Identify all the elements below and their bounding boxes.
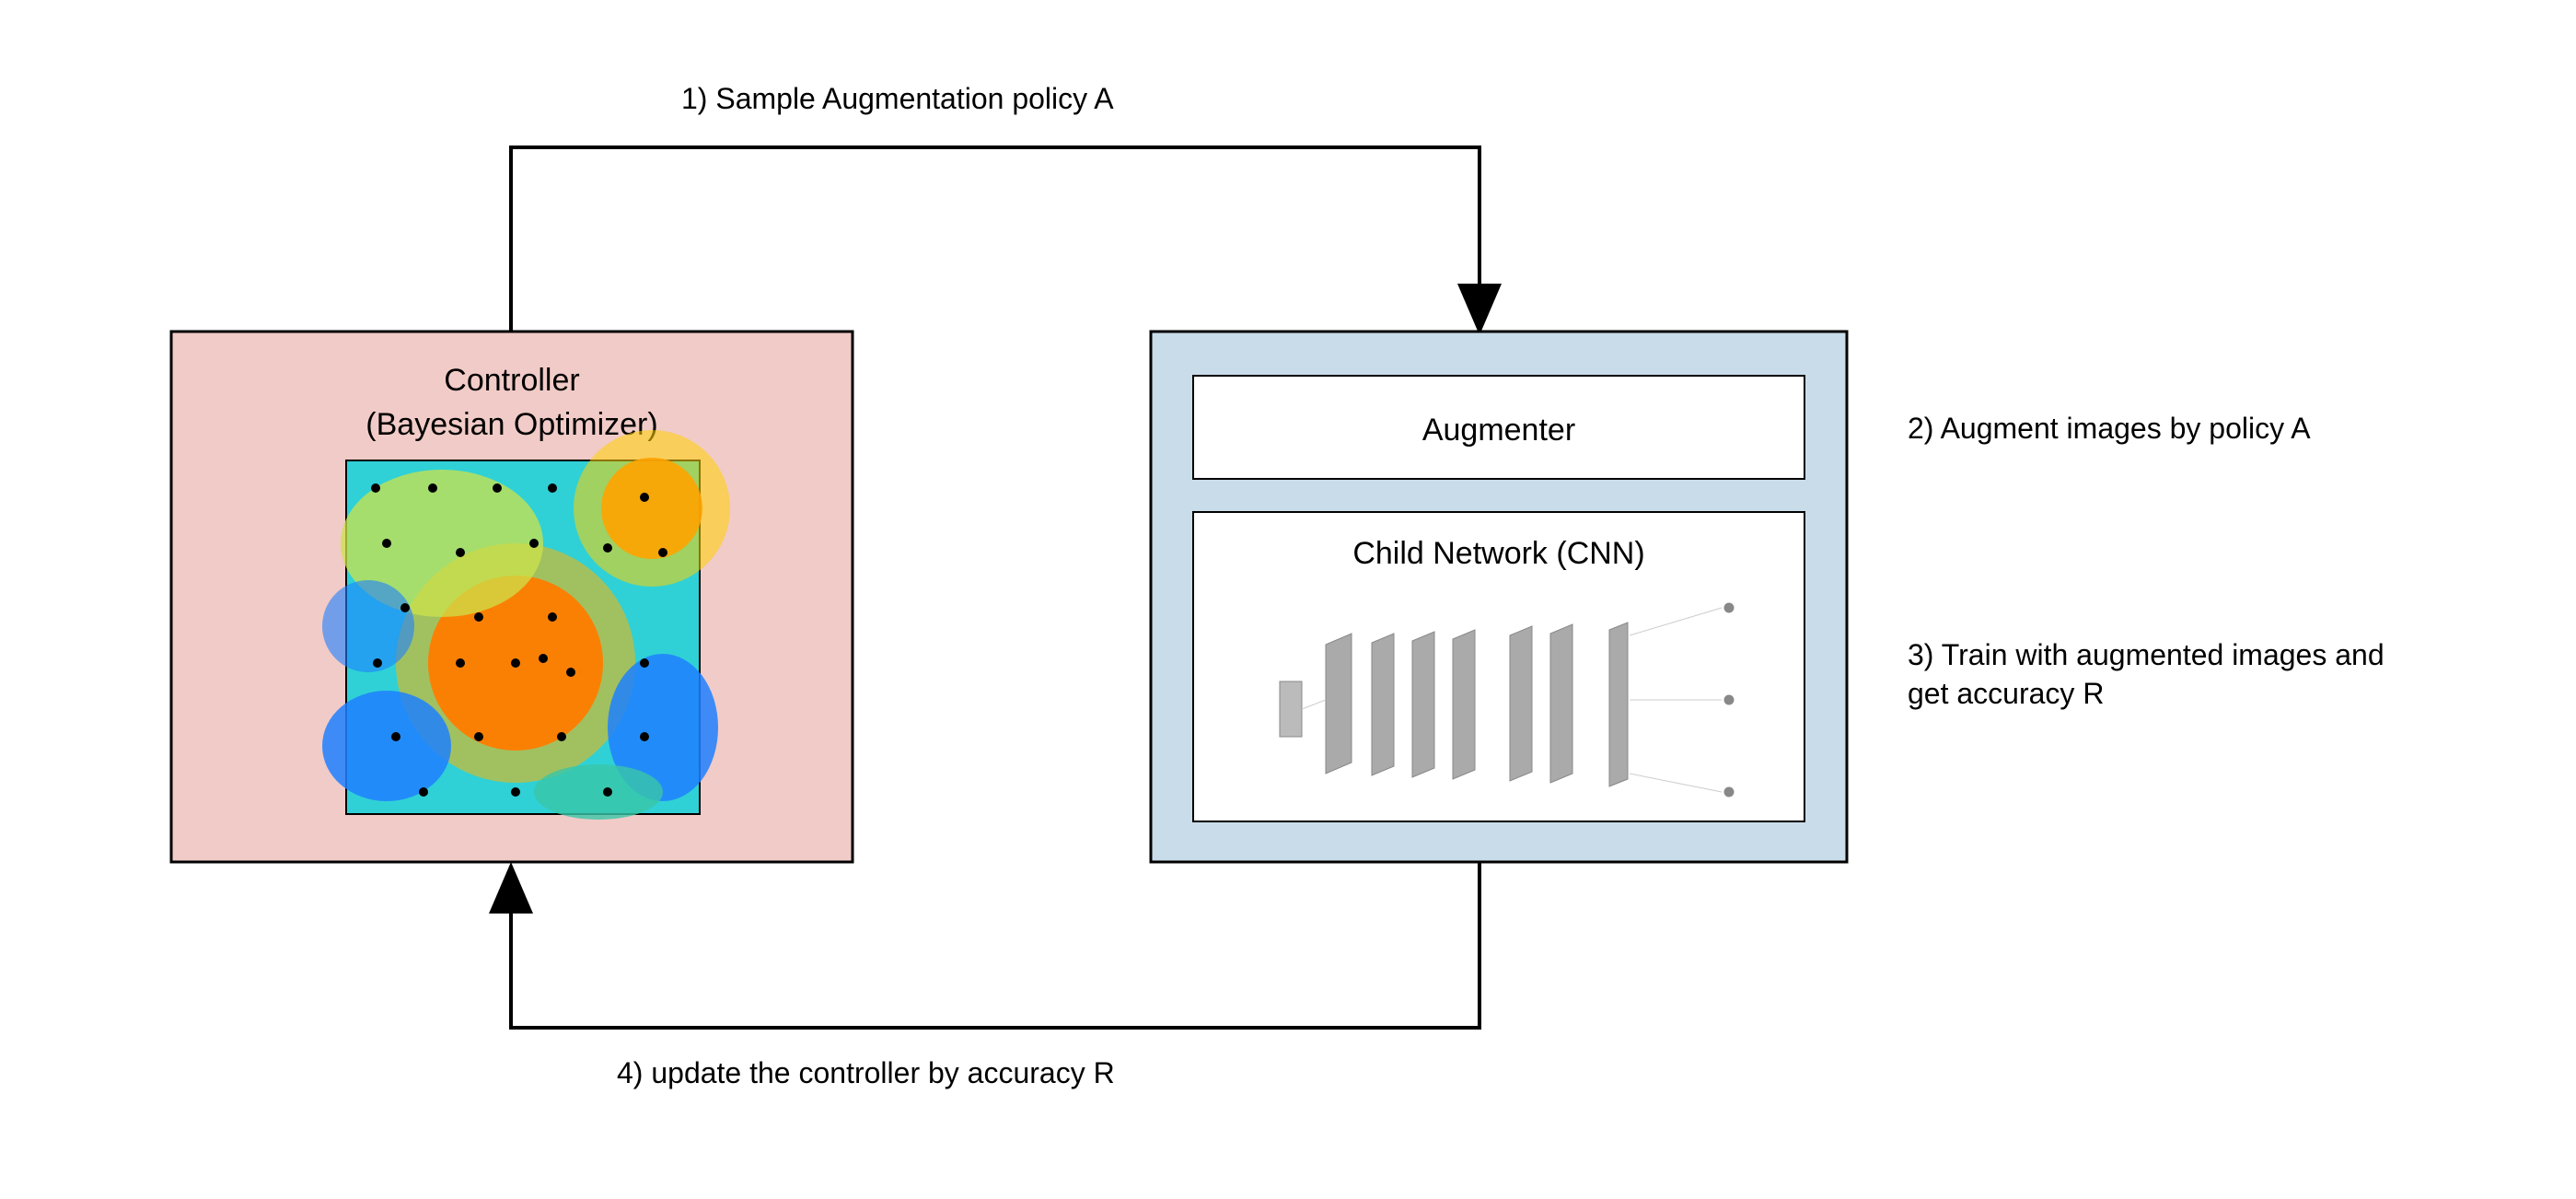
controller-title-1: Controller — [444, 363, 579, 398]
step1-label: 1) Sample Augmentation policy A — [681, 82, 1114, 115]
heatmap-illustration — [322, 430, 730, 820]
step2-label: 2) Augment images by policy A — [1908, 412, 2311, 445]
controller-title-2: (Bayesian Optimizer) — [366, 407, 657, 442]
step3-label-b: get accuracy R — [1908, 677, 2104, 710]
arrow-step4 — [511, 862, 1479, 1028]
step4-label: 4) update the controller by accuracy R — [617, 1056, 1115, 1089]
augmenter-label: Augmenter — [1422, 413, 1575, 448]
cnn-label: Child Network (CNN) — [1352, 536, 1644, 571]
arrow-step1 — [511, 147, 1479, 332]
step3-label-a: 3) Train with augmented images and — [1908, 638, 2385, 671]
